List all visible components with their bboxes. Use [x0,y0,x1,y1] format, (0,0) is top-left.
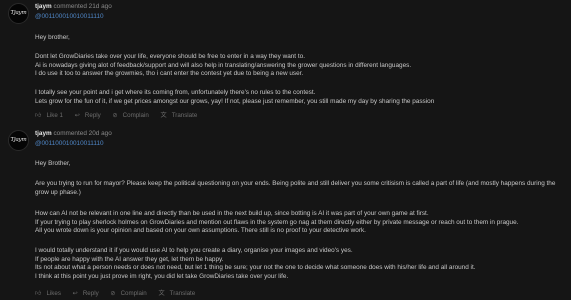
avatar[interactable]: Tjaym [8,130,29,151]
comment-time: 20d ago [88,130,112,137]
reply-label: Reply [84,112,101,119]
thumbs-up-icon: 👍︎ [35,112,42,119]
comment-line: If people are happy with the AI answer t… [35,255,224,263]
comment-actions: 👍︎ Like 1 ↩ Reply ⊘ Complain 文 Translate [35,112,207,121]
comment-line: All you wrote down is your opinion and b… [35,227,366,235]
warning-icon: ⊘ [110,290,116,297]
avatar[interactable]: Tjaym [8,3,29,24]
comment-action: commented [53,130,87,137]
comment-paragraph: Dont let GrowDiaries take over your life… [35,53,565,79]
comment-paragraph: I totally see your point and i get where… [35,89,565,106]
comment-line: Dont let GrowDiaries take over your life… [35,53,305,60]
comment-header: tjaym commented 20d ago [35,130,112,139]
reply-button[interactable]: ↩ Reply [75,112,106,121]
translate-label: Translate [171,112,198,119]
reply-label: Reply [82,290,99,297]
author-name[interactable]: tjaym [35,130,52,137]
complain-button[interactable]: ⊘ Complain [110,290,151,299]
comment-line: Lets grow for the fun of it, if we get p… [35,97,435,105]
comment-line: Hey brother, [35,34,70,41]
author-name[interactable]: tjaym [35,3,52,10]
comment-line: I think at this point you just prove im … [35,272,289,280]
comment-paragraph: How can AI not be relevant in one line a… [35,210,565,236]
comment-paragraph: Hey brother, [35,34,565,43]
complain-button[interactable]: ⊘ Complain [112,112,153,121]
comment-line: Ai is nowadays giving alot of feedback/s… [35,61,412,69]
comment-line: Its not about what a person needs or doe… [35,264,476,272]
complain-label: Complain [120,290,147,297]
comment-line: I totally see your point and i get where… [35,89,316,96]
like-button[interactable]: 👍︎ Like 1 [35,112,68,121]
like-label: Like 1 [46,112,63,119]
comment-header: tjaym commented 21d ago [35,3,112,12]
reply-icon: ↩ [74,112,80,119]
comment-paragraph: I would totally understand it if you wou… [35,247,565,281]
comment-paragraph: Hey Brother, [35,160,565,169]
mention-link[interactable]: @001100010010011110 [35,140,104,149]
comment-line: Hey Brother, [35,160,71,167]
complain-label: Complain [122,112,149,119]
comment-paragraph: Are you trying to run for mayor? Please … [35,180,565,197]
reply-icon: ↩ [72,290,78,297]
thumbs-up-icon: 👍︎ [35,290,42,297]
warning-icon: ⊘ [112,112,118,119]
comment-actions: 👍︎ Likes ↩ Reply ⊘ Complain 文 Translate [35,290,205,299]
translate-button[interactable]: 文 Translate [161,112,203,121]
mention-link[interactable]: @001100010010011110 [35,13,104,22]
comment-line: I do use it too to answer the growmies, … [35,70,304,78]
reply-button[interactable]: ↩ Reply [73,290,104,299]
comment-line: I would totally understand it if you wou… [35,247,353,254]
comment-time: 21d ago [88,3,112,10]
translate-button[interactable]: 文 Translate [158,290,200,299]
comment-line: If your trying to play sherlock holmes o… [35,218,519,226]
like-button[interactable]: 👍︎ Likes [35,290,66,299]
like-label: Likes [46,290,61,297]
translate-icon: 文 [160,112,167,119]
translate-icon: 文 [158,290,165,297]
comment-line: How can AI not be relevant in one line a… [35,210,429,217]
comment-action: commented [53,3,87,10]
translate-label: Translate [169,290,196,297]
comment-line: Are you trying to run for mayor? Please … [35,180,556,196]
